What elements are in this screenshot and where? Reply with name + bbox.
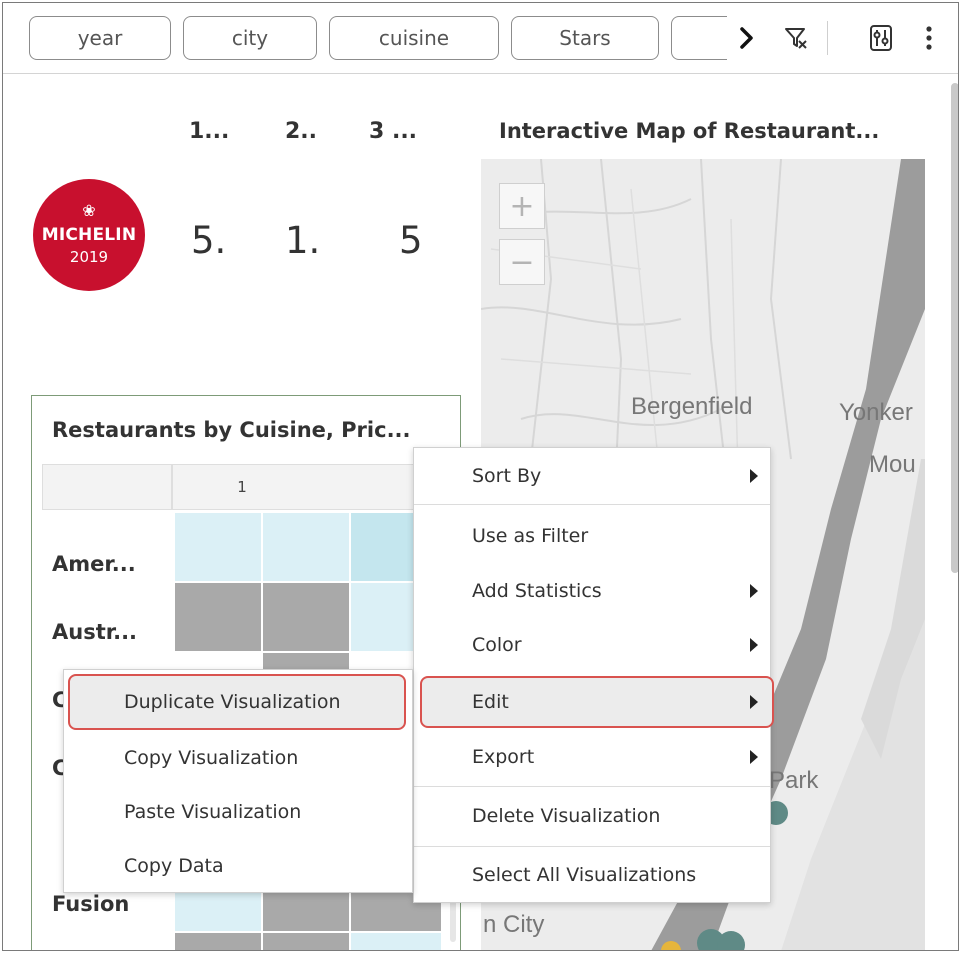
filter-pill-cuisine[interactable]: cuisine [329, 16, 499, 60]
menu-item-label: Copy Visualization [124, 747, 299, 769]
menu-item-use-as-filter[interactable]: Use as Filter [414, 510, 770, 562]
menu-item-label: Color [472, 634, 522, 656]
kpi-header-2: 2.. [285, 119, 318, 144]
menu-divider [414, 504, 770, 505]
zoom-in-button[interactable]: + [499, 183, 545, 229]
heatmap-row-label: Amer... [52, 552, 136, 576]
chevron-right-icon[interactable] [733, 19, 761, 57]
michelin-logo: ❀ MICHELIN 2019 [33, 179, 145, 291]
menu-item-duplicate-visualization[interactable]: Duplicate Visualization [64, 674, 412, 730]
menu-item-add-statistics[interactable]: Add Statistics [414, 564, 770, 618]
michelin-star-icon: ❀ [82, 201, 96, 220]
map-place-label: Bergenfield [631, 393, 753, 420]
heatmap-column-header-label: 1 [237, 478, 247, 496]
heatmap-title: Restaurants by Cuisine, Pric... [52, 418, 411, 442]
page-scrollbar[interactable] [951, 83, 958, 573]
toolbar-divider [827, 21, 828, 55]
menu-item-label: Copy Data [124, 855, 224, 877]
submenu-arrow-icon [750, 638, 758, 652]
menu-item-label: Sort By [472, 465, 542, 487]
submenu-arrow-icon [750, 584, 758, 598]
heatmap-cell[interactable] [174, 582, 262, 652]
map-title: Interactive Map of Restaurant... [499, 119, 880, 143]
heatmap-cell[interactable] [174, 512, 262, 582]
app-window: year city cuisine Stars 1... 2.. 3 ... ❀… [2, 2, 959, 951]
menu-item-label: Export [472, 746, 535, 768]
filter-bar: year city cuisine Stars [3, 3, 958, 74]
heatmap-cell[interactable] [174, 932, 262, 950]
map-place-label: n City [483, 911, 545, 938]
menu-item-export[interactable]: Export [414, 730, 770, 784]
menu-item-label: Add Statistics [472, 580, 602, 602]
kpi-value-1: 5. [191, 219, 227, 262]
zoom-out-button[interactable]: − [499, 239, 545, 285]
menu-item-label: Duplicate Visualization [124, 691, 341, 713]
kpi-value-2: 1. [285, 219, 321, 262]
heatmap-row-label: Austr... [52, 620, 138, 644]
map-place-label: Yonker [839, 399, 913, 426]
heatmap-cell[interactable] [262, 582, 350, 652]
menu-divider [414, 846, 770, 847]
submenu-arrow-icon [750, 469, 758, 483]
filter-pill-city[interactable]: city [183, 16, 317, 60]
menu-item-sort-by[interactable]: Sort By [414, 448, 770, 504]
filter-pill-overflow[interactable] [671, 16, 727, 60]
menu-item-color[interactable]: Color [414, 618, 770, 672]
submenu-arrow-icon [750, 695, 758, 709]
menu-item-label: Paste Visualization [124, 801, 302, 823]
michelin-year-text: 2019 [69, 248, 109, 266]
menu-item-select-all-visualizations[interactable]: Select All Visualizations [414, 848, 770, 902]
menu-item-delete-visualization[interactable]: Delete Visualization [414, 788, 770, 844]
heatmap-corner-cell [42, 464, 172, 510]
menu-item-label: Use as Filter [472, 525, 589, 547]
edit-submenu: Duplicate Visualization Copy Visualizati… [63, 669, 413, 893]
context-menu: Sort By Use as Filter Add Statistics Col… [413, 447, 774, 903]
heatmap-row-label: Fusion [52, 892, 130, 916]
michelin-brand-text: MICHELIN [41, 225, 137, 245]
menu-item-paste-visualization[interactable]: Paste Visualization [64, 786, 412, 838]
filter-pill-year[interactable]: year [29, 16, 171, 60]
menu-item-label: Select All Visualizations [472, 864, 697, 886]
heatmap-cell[interactable] [350, 932, 442, 950]
map-place-label: Mou [869, 451, 916, 478]
map-place-label: Park [769, 767, 819, 794]
kpi-value-3: 5 [399, 219, 423, 262]
kpi-header-3: 3 ... [369, 119, 418, 144]
settings-sliders-icon[interactable] [863, 19, 899, 57]
menu-item-label: Edit [472, 691, 509, 713]
more-vertical-icon[interactable] [917, 19, 941, 57]
menu-item-edit[interactable]: Edit [414, 676, 770, 728]
menu-divider [414, 786, 770, 787]
heatmap-column-header: 1 [172, 464, 442, 510]
menu-item-copy-visualization[interactable]: Copy Visualization [64, 732, 412, 784]
submenu-arrow-icon [750, 750, 758, 764]
heatmap-cell[interactable] [262, 512, 350, 582]
menu-item-label: Delete Visualization [472, 805, 661, 827]
filter-icon[interactable] [779, 19, 813, 57]
heatmap-cell[interactable] [262, 932, 350, 950]
filter-pill-stars[interactable]: Stars [511, 16, 659, 60]
menu-item-copy-data[interactable]: Copy Data [64, 840, 412, 892]
kpi-header-1: 1... [189, 119, 230, 144]
